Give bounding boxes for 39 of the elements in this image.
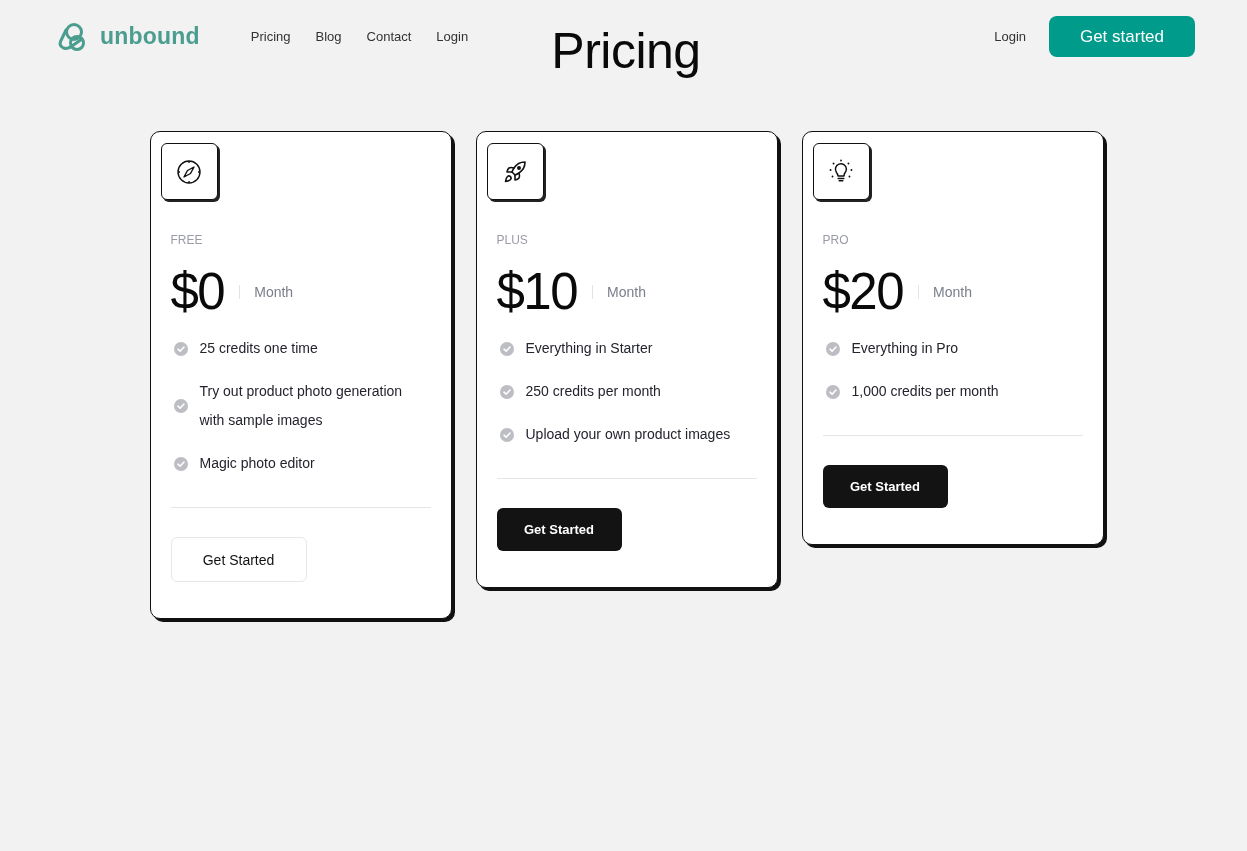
get-started-button[interactable]: Get Started xyxy=(822,465,948,508)
feature-text: Upload your own product images xyxy=(525,425,731,444)
plan-name: FREE xyxy=(170,233,203,247)
check-circle-icon xyxy=(499,427,514,442)
feature-text: Try out product photo generation with sample images xyxy=(199,382,404,430)
check-circle-icon xyxy=(173,399,188,413)
nav-link[interactable]: Blog xyxy=(315,29,342,44)
feature-text: Everything in Pro xyxy=(851,339,959,358)
page-title: Pricing xyxy=(551,22,701,81)
plan-price: $20 xyxy=(822,266,904,318)
feature-text: 250 credits per month xyxy=(525,382,661,401)
feature-text: Magic photo editor xyxy=(199,454,315,473)
billing-period: Month xyxy=(254,284,294,300)
logo-wordmark: unbound xyxy=(100,23,200,50)
get-started-button[interactable]: Get Started xyxy=(496,508,622,551)
nav-link[interactable]: Pricing xyxy=(250,29,291,44)
nav-link[interactable]: Login xyxy=(436,29,469,44)
logo-icon xyxy=(57,21,87,52)
check-circle-icon xyxy=(499,341,514,356)
plan-price: $0 xyxy=(170,266,225,318)
billing-period: Month xyxy=(607,284,646,300)
plan-price: $10 xyxy=(496,266,578,318)
check-circle-icon xyxy=(825,384,840,399)
rocket-icon xyxy=(486,143,544,200)
check-circle-icon xyxy=(825,341,840,356)
login-link[interactable]: Login xyxy=(994,29,1026,44)
feature-text: 1,000 credits per month xyxy=(851,382,999,401)
feature-text: 25 credits one time xyxy=(199,339,318,358)
billing-period: Month xyxy=(933,284,972,300)
check-circle-icon xyxy=(499,384,514,399)
lightbulb-icon xyxy=(812,143,870,200)
get-started-button[interactable]: Get Started xyxy=(170,537,307,582)
feature-text: Everything in Starter xyxy=(525,339,653,358)
plan-name: PRO xyxy=(822,233,849,247)
compass-icon xyxy=(160,143,218,200)
nav-link[interactable]: Contact xyxy=(366,29,412,44)
check-circle-icon xyxy=(173,456,188,471)
plan-name: PLUS xyxy=(496,233,528,247)
check-circle-icon xyxy=(173,341,188,356)
